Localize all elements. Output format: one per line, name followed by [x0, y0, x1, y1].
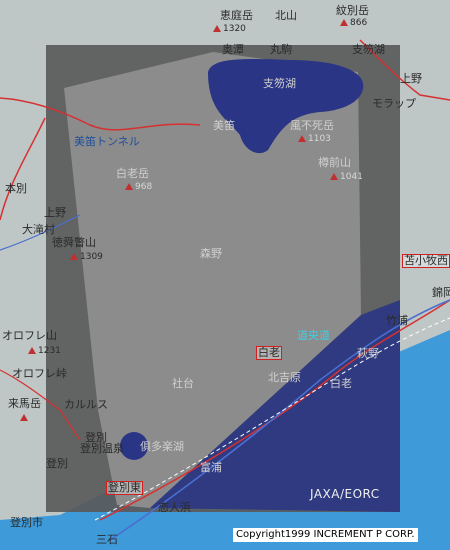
label-shikotsu-shi: 支笏湖 [352, 43, 385, 56]
label-shiraoi-town: 白老 [330, 377, 352, 390]
label-mitsuishi: 三石 [96, 533, 118, 546]
label-morappu: モラップ [372, 97, 416, 110]
label-doo-expressway: 道央道 [297, 329, 330, 342]
label-nishiki: 錦岡 [432, 286, 450, 299]
label-noboribetsu-onsen: 登別温泉 [80, 442, 124, 455]
label-honbetsu: 本別 [5, 182, 27, 195]
label-kitayoshihara: 北吉原 [268, 371, 301, 384]
map-view[interactable]: 恵庭岳 1320 紋別岳 866 北山 奥潭 丸駒 支笏湖 支笏湖 モラップ 上… [0, 0, 450, 550]
peak-triangle-icon [20, 414, 28, 421]
label-orofure-pass: オロフレ峠 [12, 367, 67, 380]
peak-erimo-dake: 1320 [213, 24, 246, 34]
peak-kurumatsu-dake [20, 413, 30, 423]
peak-monbetsu-dake: 866 [340, 18, 367, 28]
peak-triangle-icon [340, 19, 348, 26]
label-noboribetsu-higashi[interactable]: 登別東 [106, 481, 143, 495]
peak-orofure-yama: 1231 [28, 346, 61, 356]
label-shadai: 社台 [172, 377, 194, 390]
label-monbetsu-dake: 紋別岳 [336, 4, 369, 17]
label-marukoma: 丸駒 [270, 43, 292, 56]
label-hokkai: 北山 [275, 9, 297, 22]
label-kusuri-lake: 俱多楽湖 [140, 440, 184, 453]
label-noboribetsu-2: 登別 [46, 457, 68, 470]
label-fuppushi-dake: 風不死岳 [290, 119, 334, 132]
label-shiraoi-ic[interactable]: 白老 [256, 346, 282, 360]
label-fuura: 富浦 [200, 461, 222, 474]
road-red-2 [0, 117, 46, 221]
label-mori-nojiri: 森野 [200, 247, 222, 260]
label-ohtaki: 大滝村 [22, 223, 55, 236]
peak-triangle-icon [28, 347, 36, 354]
label-tomakomai-nishi[interactable]: 苫小牧西 [402, 254, 450, 268]
label-noboribetsu-city: 登別市 [10, 516, 43, 529]
label-takeura: 竹浦 [386, 314, 408, 327]
peak-shirao-dake: 968 [125, 182, 152, 192]
label-koibiru: 恋人浜 [158, 501, 191, 514]
label-hagino: 萩野 [357, 347, 379, 360]
label-shikotsu-lake: 支笏湖 [263, 77, 296, 90]
label-karurusu: カルルス [64, 398, 108, 411]
peak-tokushun-be: 1309 [70, 252, 103, 262]
peak-triangle-icon [70, 253, 78, 260]
label-bifu: 美笛 [213, 119, 235, 132]
peak-triangle-icon [125, 183, 133, 190]
label-tarumae-san: 樽前山 [318, 156, 351, 169]
jaxa-watermark: JAXA/EORC [310, 487, 380, 501]
peak-triangle-icon [330, 173, 338, 180]
label-kamino: 上野 [44, 206, 66, 219]
label-marukoma-2: 上野 [400, 72, 422, 85]
label-okotan: 奥潭 [222, 43, 244, 56]
label-bifue-tunnel: 美笛トンネル [74, 135, 140, 148]
peak-triangle-icon [213, 25, 221, 32]
label-orofure-yama: オロフレ山 [2, 329, 57, 342]
peak-tarumae-san: 1041 [330, 172, 363, 182]
label-tokushun-be: 徳舜瞥山 [52, 236, 96, 249]
peak-fuppushi-dake: 1103 [298, 134, 331, 144]
label-shirao-dake: 白老岳 [116, 167, 149, 180]
peak-triangle-icon [298, 135, 306, 142]
label-erimo-dake: 恵庭岳 [220, 9, 253, 22]
label-kurumatsu-dake: 来馬岳 [8, 397, 41, 410]
copyright-notice: Copyright1999 INCREMENT P CORP. [233, 528, 418, 542]
